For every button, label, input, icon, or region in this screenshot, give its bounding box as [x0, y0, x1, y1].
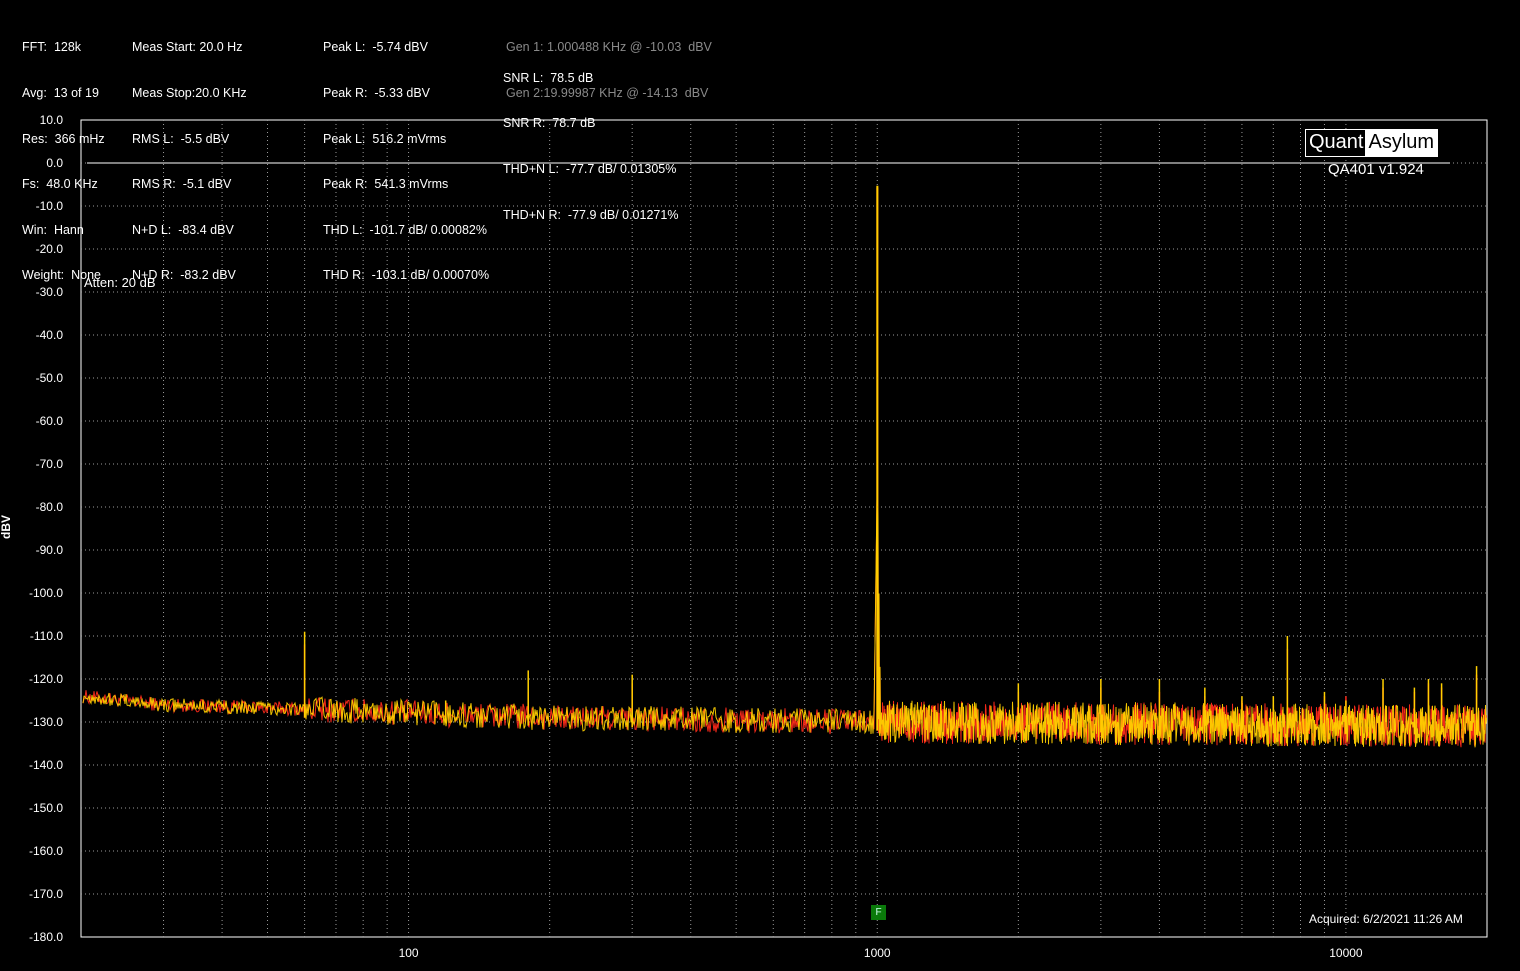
y-tick-label: -140.0	[29, 758, 63, 772]
version-label: QA401 v1.924	[1328, 161, 1424, 178]
x-tick-label: 10000	[1329, 946, 1363, 960]
y-tick-label: -90.0	[36, 543, 64, 557]
spectrum-plot: 10.0 0.0 -10.0 -20.0 -30.0 -40.0 -50.0 -60.0 -70…	[29, 113, 1488, 960]
y-tick-label: -10.0	[36, 199, 64, 213]
y-tick-label: -60.0	[36, 414, 64, 428]
y-tick-label: -150.0	[29, 801, 63, 815]
plot-frame	[80, 119, 1488, 938]
y-tick-label: 10.0	[40, 113, 64, 127]
y-tick-label: -30.0	[36, 285, 64, 299]
y-tick-label: -180.0	[29, 930, 63, 944]
logo-quant: Quant	[1306, 130, 1366, 156]
atten-label: Atten: 20 dB	[84, 275, 156, 290]
y-axis-ticks: 10.0 0.0 -10.0 -20.0 -30.0 -40.0 -50.0 -60.0 -70…	[29, 113, 63, 944]
y-axis-label: dBV	[0, 515, 13, 539]
y-tick-label: -100.0	[29, 586, 63, 600]
logo-asylum: Asylum	[1365, 130, 1438, 156]
y-tick-label: -170.0	[29, 887, 63, 901]
y-tick-label: -130.0	[29, 715, 63, 729]
spectrum-traces	[82, 185, 1487, 748]
x-tick-label: 1000	[864, 946, 891, 960]
y-tick-label: -50.0	[36, 371, 64, 385]
y-tick-label: -70.0	[36, 457, 64, 471]
fundamental-marker[interactable]: F	[871, 905, 886, 920]
quantasylum-logo: Quant Asylum	[1305, 129, 1439, 157]
y-tick-label: -20.0	[36, 242, 64, 256]
grid	[81, 120, 1487, 937]
acquired-timestamp: Acquired: 6/2/2021 11:26 AM	[1309, 912, 1463, 926]
y-tick-label: -120.0	[29, 672, 63, 686]
y-tick-label: -110.0	[30, 629, 63, 643]
y-tick-label: -40.0	[36, 328, 64, 342]
x-tick-label: 100	[399, 946, 419, 960]
y-tick-label: -160.0	[29, 844, 63, 858]
y-tick-label: -80.0	[36, 500, 64, 514]
y-tick-label: 0.0	[46, 156, 63, 170]
spectrum-trace-left	[82, 498, 1487, 748]
x-axis-ticks: 100 1000 10000	[399, 946, 1363, 960]
